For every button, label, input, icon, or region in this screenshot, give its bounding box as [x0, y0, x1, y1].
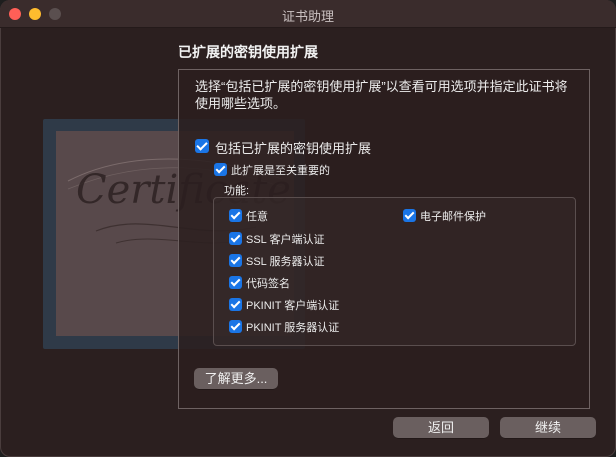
- feature-code-signing-label[interactable]: 代码签名: [246, 275, 290, 291]
- feature-pkinit-client-label[interactable]: PKINIT 客户端认证: [246, 297, 339, 313]
- certificate-assistant-window: 证书助理 Certificate 已扩展的密钥使用扩展 选择“包括已扩展的密钥使…: [0, 0, 616, 457]
- feature-ssl-client-checkbox[interactable]: [229, 232, 242, 245]
- feature-ssl-server-label[interactable]: SSL 服务器认证: [246, 253, 324, 269]
- feature-any-checkbox[interactable]: [229, 209, 242, 222]
- critical-extension-checkbox[interactable]: [214, 163, 227, 176]
- back-button[interactable]: 返回: [393, 417, 489, 438]
- feature-any-label[interactable]: 任意: [246, 208, 268, 224]
- page-heading: 已扩展的密钥使用扩展: [178, 44, 318, 60]
- continue-button[interactable]: 继续: [500, 417, 596, 438]
- critical-extension-label[interactable]: 此扩展是至关重要的: [231, 162, 330, 178]
- feature-ssl-client-label[interactable]: SSL 客户端认证: [246, 231, 324, 247]
- feature-email-protection-label[interactable]: 电子邮件保护: [420, 208, 486, 224]
- feature-pkinit-client-checkbox[interactable]: [229, 298, 242, 311]
- include-extension-label[interactable]: 包括已扩展的密钥使用扩展: [215, 138, 371, 157]
- feature-ssl-server-checkbox[interactable]: [229, 254, 242, 267]
- feature-pkinit-server-checkbox[interactable]: [229, 320, 242, 333]
- features-label: 功能:: [224, 185, 250, 197]
- learn-more-button[interactable]: 了解更多...: [194, 368, 278, 389]
- title-bar: 证书助理: [0, 0, 616, 28]
- feature-email-protection-checkbox[interactable]: [403, 209, 416, 222]
- feature-code-signing-checkbox[interactable]: [229, 276, 242, 289]
- description-text: 选择“包括已扩展的密钥使用扩展”以查看可用选项并指定此证书将使用哪些选项。: [195, 79, 568, 111]
- window-title: 证书助理: [281, 9, 334, 24]
- include-extension-checkbox[interactable]: [195, 139, 209, 153]
- feature-pkinit-server-label[interactable]: PKINIT 服务器认证: [246, 319, 339, 335]
